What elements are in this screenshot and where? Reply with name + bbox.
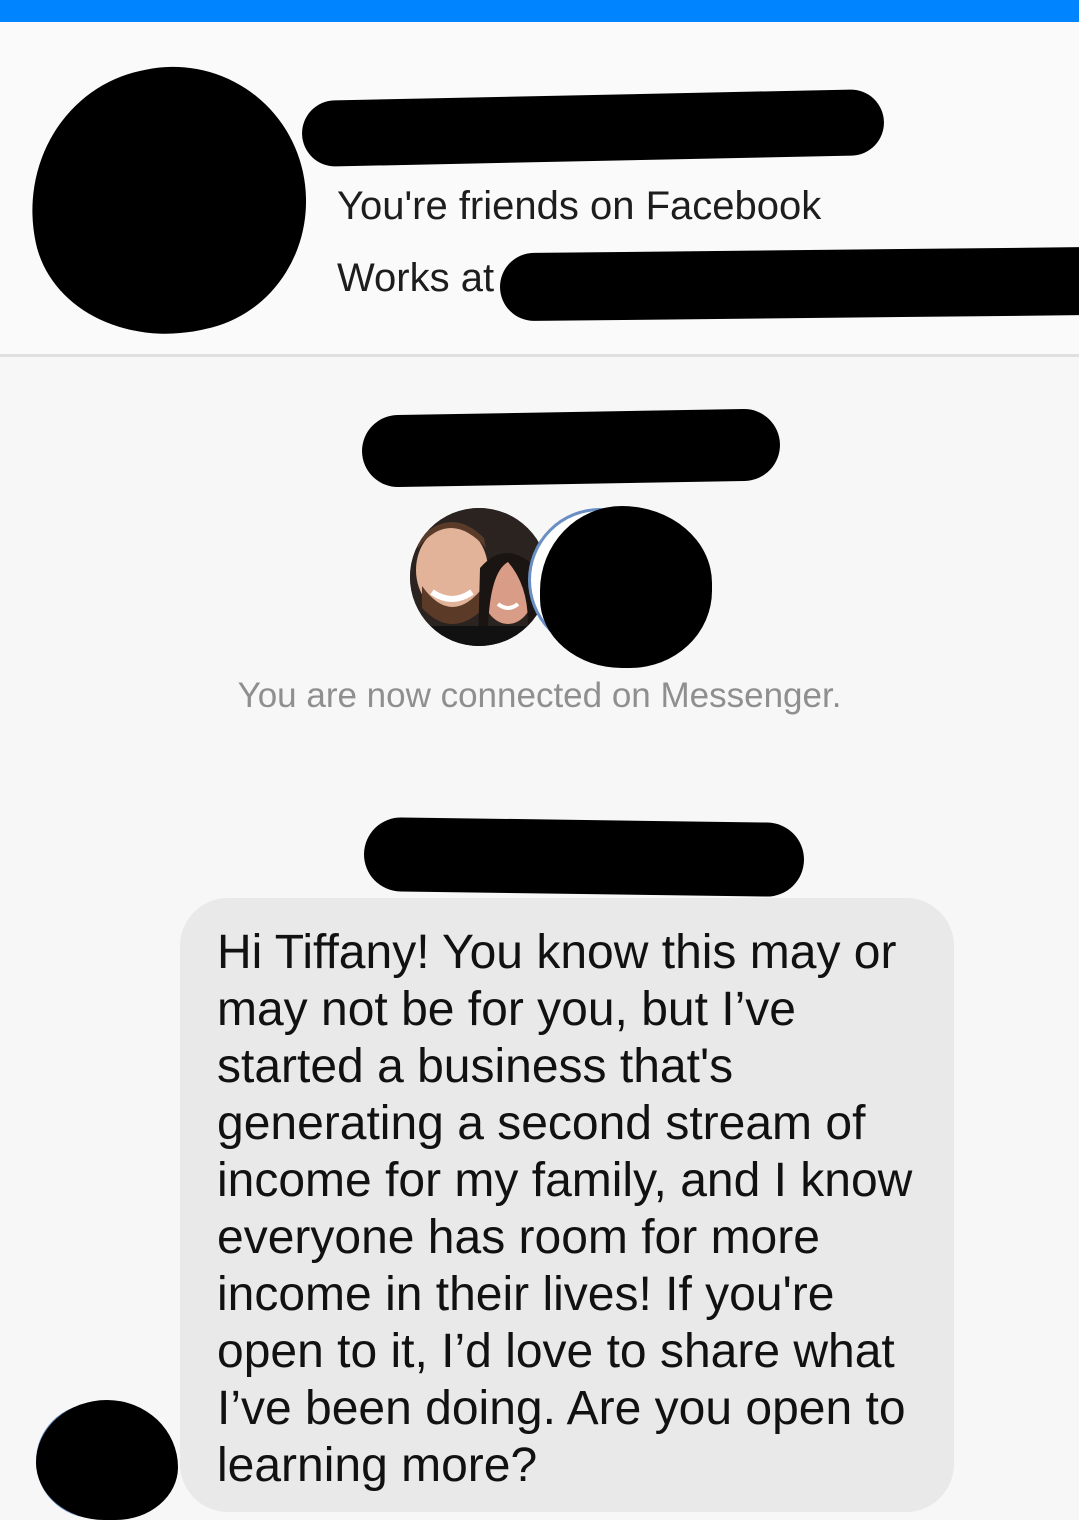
message-text: Hi Tiffany! You know this may or may not… xyxy=(217,926,913,1492)
timestamp-redacted xyxy=(363,816,805,898)
timestamp-redacted xyxy=(361,408,781,488)
sender-avatar-redacted xyxy=(36,1400,178,1520)
profile-name-redacted xyxy=(301,88,885,168)
profile-header: You're friends on Facebook Works at xyxy=(0,22,1079,357)
contact-avatar-redacted xyxy=(540,506,712,668)
connection-avatars xyxy=(0,500,1079,680)
message-bubble[interactable]: Hi Tiffany! You know this may or may not… xyxy=(180,898,954,1512)
workplace-redacted xyxy=(499,246,1079,322)
workplace-label: Works at xyxy=(337,256,495,300)
profile-avatar-redacted[interactable] xyxy=(5,42,331,354)
connected-notice: You are now connected on Messenger. xyxy=(237,676,842,715)
status-bar xyxy=(0,0,1079,22)
friends-status: You're friends on Facebook xyxy=(337,184,822,228)
